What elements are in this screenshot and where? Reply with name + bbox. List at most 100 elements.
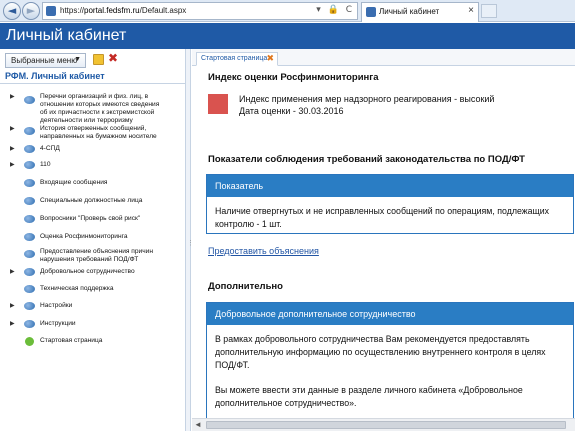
globe-icon	[24, 127, 35, 135]
nav-item-start-page[interactable]: Стартовая страница	[0, 337, 185, 349]
favorites-menu-label: Выбранные меню	[11, 56, 78, 65]
nav-item-explanations[interactable]: Предоставление объяснения причин нарушен…	[0, 248, 185, 266]
browser-tab[interactable]: Личный кабинет ×	[361, 2, 479, 22]
globe-icon	[24, 233, 35, 241]
url-path: /Default.aspx	[139, 6, 187, 15]
horizontal-scrollbar[interactable]: ◄	[192, 418, 575, 431]
main-panel: Стартовая страница ✖ Индекс оценки Росфи…	[192, 49, 575, 431]
compliance-title: Показатели соблюдения требований законод…	[208, 154, 525, 165]
url-host: portal.fedsfm.ru	[84, 6, 140, 15]
nav-item-rejected-history[interactable]: ▶ История отверженных сообщений, направл…	[0, 125, 185, 143]
voluntary-header-label: Добровольное дополнительное сотрудничест…	[215, 309, 416, 319]
nav-item-label: Инструкции	[40, 320, 76, 327]
globe-icon	[24, 302, 35, 310]
nav-item-label: Специальные должностные лица	[40, 197, 143, 204]
nav-item-instructions[interactable]: ▶ Инструкции	[0, 320, 185, 332]
nav-item-label: 110	[40, 161, 51, 168]
expand-icon[interactable]: ▶	[10, 145, 15, 152]
globe-icon	[24, 197, 35, 205]
browser-tab-title: Личный кабинет	[379, 7, 440, 16]
expand-icon[interactable]: ▶	[10, 302, 15, 309]
indicator-card-header: Показатель	[207, 175, 573, 197]
voluntary-card: Добровольное дополнительное сотрудничест…	[206, 302, 574, 421]
indicator-card-body: Наличие отвергнутых и не исправленных со…	[215, 206, 550, 229]
voluntary-card-body: В рамках добровольного сотрудничества Ва…	[207, 325, 573, 418]
nav-item-label: Перечни организаций и физ. лиц, в	[40, 93, 149, 100]
chevron-down-icon: ▼	[74, 56, 81, 63]
nav-item-settings[interactable]: ▶ Настройки	[0, 302, 185, 314]
globe-icon	[24, 268, 35, 276]
globe-icon	[24, 285, 35, 293]
close-tab-icon[interactable]: ×	[468, 5, 474, 16]
expand-icon[interactable]: ▶	[10, 320, 15, 327]
globe-icon	[24, 96, 35, 104]
address-bar[interactable]: https://portal.fedsfm.ru/Default.aspx ▾ …	[42, 2, 358, 20]
nav-item-label: Стартовая страница	[40, 337, 103, 344]
scrollbar-thumb[interactable]	[206, 421, 566, 429]
expand-icon[interactable]: ▶	[10, 161, 15, 168]
nav-item-rfm-assessment[interactable]: Оценка Росфинмониторинга	[0, 233, 185, 245]
provide-explanation-link[interactable]: Предоставить объяснения	[208, 246, 319, 256]
favorites-menu-dropdown[interactable]: Выбранные меню ▼	[5, 53, 86, 68]
globe-icon	[24, 250, 35, 258]
delete-icon[interactable]: ✖	[108, 52, 118, 65]
expand-icon[interactable]: ▶	[10, 125, 15, 132]
nav-item-incoming[interactable]: Входящие сообщения	[0, 179, 185, 191]
tab-start-label: Стартовая страница	[201, 55, 268, 62]
globe-icon	[24, 145, 35, 153]
expand-icon[interactable]: ▶	[10, 268, 15, 275]
voluntary-paragraph-2: Вы можете ввести эти данные в разделе ли…	[215, 385, 523, 408]
app-header: Личный кабинет	[0, 23, 575, 49]
close-icon[interactable]: ✖	[266, 53, 274, 64]
indicator-header-label: Показатель	[215, 181, 264, 191]
panel-splitter[interactable]: ⋮	[186, 49, 194, 431]
nav-item-label: нарушения требований ПОД/ФТ	[40, 256, 139, 263]
panel-title: РФМ. Личный кабинет	[5, 71, 105, 81]
risk-index-text: Индекс применения мер надзорного реагиро…	[239, 94, 495, 104]
nav-item-label: деятельности или терроризму	[40, 117, 133, 124]
expand-icon[interactable]: ▶	[10, 93, 15, 100]
risk-level-indicator	[208, 94, 228, 114]
back-button[interactable]: ◄	[3, 2, 21, 20]
address-actions-icons[interactable]: ▾ 🔒 C	[316, 5, 354, 15]
globe-icon	[24, 179, 35, 187]
nav-item-label: Добровольное сотрудничество	[40, 268, 135, 275]
nav-item-110[interactable]: ▶ 110	[0, 161, 185, 173]
nav-item-support[interactable]: Техническая поддержка	[0, 285, 185, 297]
divider	[0, 83, 185, 84]
left-nav-panel: Выбранные меню ▼ ✖ РФМ. Личный кабинет ▶…	[0, 49, 186, 431]
scroll-left-icon[interactable]: ◄	[194, 420, 202, 429]
voluntary-card-header: Добровольное дополнительное сотрудничест…	[207, 303, 573, 325]
nav-item-label: Оценка Росфинмониторинга	[40, 233, 128, 240]
new-tab-button[interactable]	[481, 4, 497, 18]
address-url: https://portal.fedsfm.ru/Default.aspx	[60, 6, 186, 15]
nav-item-label: направленных на бумажном носителе	[40, 133, 157, 140]
home-icon	[24, 337, 35, 346]
nav-item-label: История отверженных сообщений,	[40, 125, 147, 132]
app-title: Личный кабинет	[6, 27, 127, 44]
forward-button[interactable]: ►	[22, 2, 40, 20]
nav-item-label: Предоставление объяснения причин	[40, 248, 153, 255]
nav-item-label: отношении которых имеются сведения	[40, 101, 160, 108]
browser-toolbar: ◄ ► https://portal.fedsfm.ru/Default.asp…	[0, 0, 575, 22]
content-tabbar: Стартовая страница ✖	[192, 49, 575, 66]
nav-item-voluntary[interactable]: ▶ Добровольное сотрудничество	[0, 268, 185, 280]
globe-icon	[24, 161, 35, 169]
assessment-date: Дата оценки - 30.03.2016	[239, 106, 344, 116]
nav-item-special-officials[interactable]: Специальные должностные лица	[0, 197, 185, 209]
edit-icon[interactable]	[93, 54, 104, 65]
tab-favicon-icon	[366, 7, 376, 17]
tab-start-page[interactable]: Стартовая страница ✖	[196, 52, 278, 66]
start-page-content: Индекс оценки Росфинмониторинга Индекс п…	[192, 66, 575, 421]
globe-icon	[24, 320, 35, 328]
nav-item-label: 4-СПД	[40, 145, 60, 152]
nav-item-label: об их причастности к экстремистской	[40, 109, 155, 116]
nav-item-label: Вопросники "Проверь свой риск"	[40, 215, 141, 222]
globe-icon	[24, 215, 35, 223]
nav-item-risk-questionnaire[interactable]: Вопросники "Проверь свой риск"	[0, 215, 185, 227]
url-prefix: https://	[60, 6, 85, 15]
nav-item-4spd[interactable]: ▶ 4-СПД	[0, 145, 185, 157]
indicator-card: Показатель Наличие отвергнутых и не испр…	[206, 174, 574, 234]
nav-item-label: Входящие сообщения	[40, 179, 108, 186]
nav-item-label: Техническая поддержка	[40, 285, 114, 292]
